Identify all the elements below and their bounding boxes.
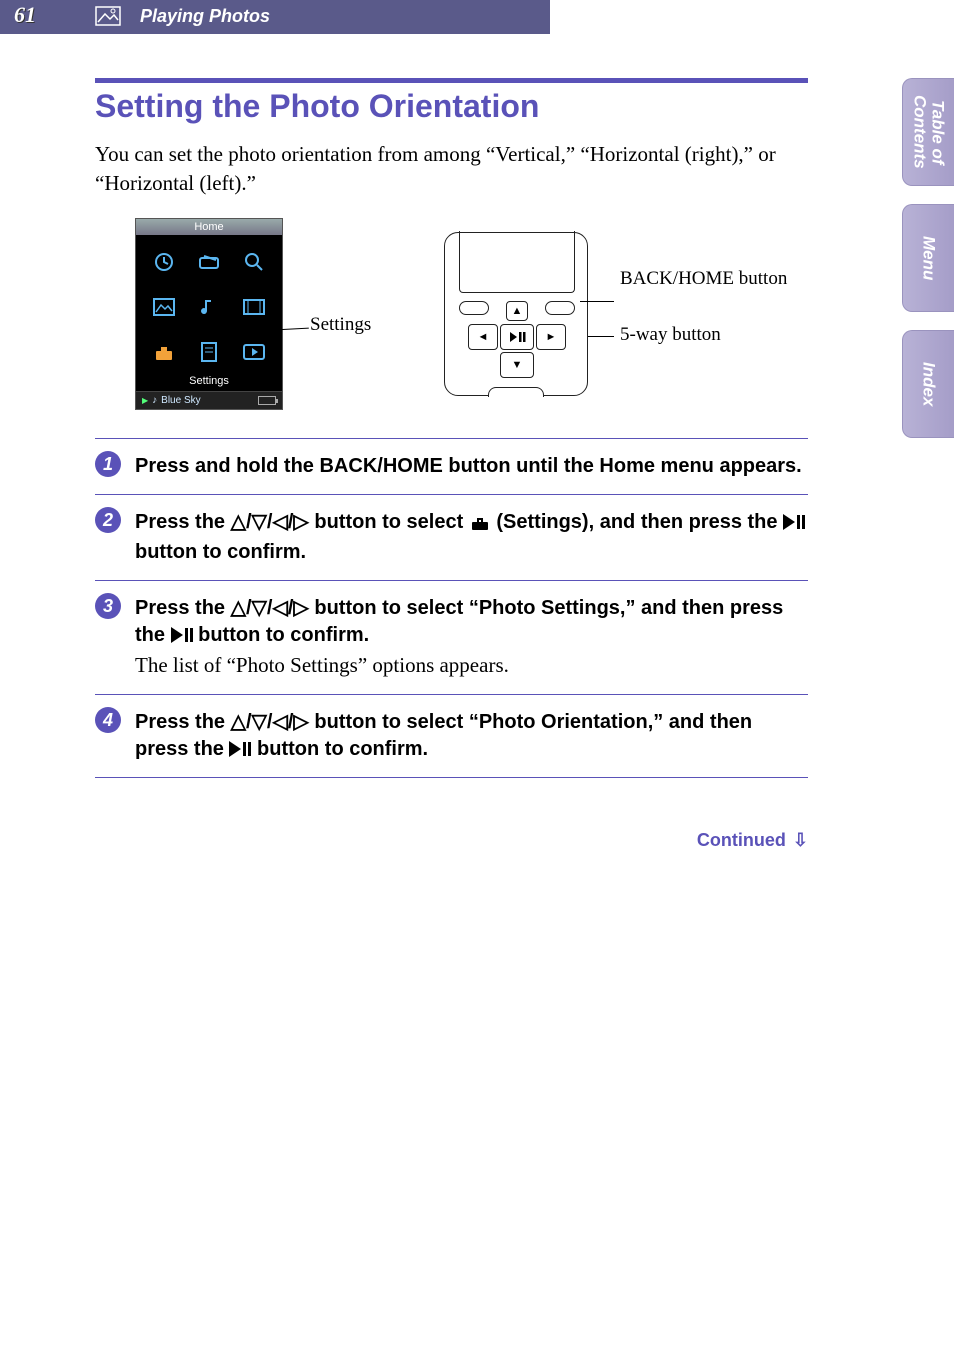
- device-diagram: ▲ ◄ ► ▼: [444, 232, 588, 396]
- callout-settings: Settings: [310, 314, 371, 336]
- callout-line-5way: [588, 336, 614, 337]
- photo-section-icon: [95, 6, 121, 31]
- dpad-up-icon: ▲: [506, 301, 528, 321]
- device-connector: [488, 387, 544, 397]
- step-3-text: Press the △/▽/◁/▷ button to select “Phot…: [135, 595, 808, 649]
- intro-paragraph: You can set the photo orientation from a…: [95, 140, 808, 199]
- note-icon: ♪: [152, 395, 157, 406]
- tab-toc[interactable]: Table of Contents: [902, 78, 954, 186]
- step-3-badge: 3: [95, 593, 121, 619]
- home-menu-selected-label: Settings: [189, 375, 229, 391]
- now-playing-text: Blue Sky: [161, 395, 200, 406]
- steps-list: 1 Press and hold the BACK/HOME button un…: [95, 438, 808, 778]
- dpad-glyph: △/▽/◁/▷: [231, 511, 309, 533]
- callout-backhome: BACK/HOME button: [620, 268, 787, 291]
- step-3-subtext: The list of “Photo Settings” options app…: [135, 651, 808, 680]
- nowplaying-icon: [233, 332, 274, 373]
- dpad-glyph: △/▽/◁/▷: [231, 597, 309, 619]
- playlist-icon: [189, 332, 230, 373]
- step-2-text: Press the △/▽/◁/▷ button to select (Sett…: [135, 509, 808, 566]
- video-icon: [233, 286, 274, 327]
- side-tabs: Table of Contents Menu Index: [902, 78, 954, 438]
- music-icon: [189, 286, 230, 327]
- tab-toc-label: Table of Contents: [911, 95, 947, 169]
- rule-top: [95, 78, 808, 83]
- clock-icon: [144, 241, 185, 282]
- step-4: 4 Press the △/▽/◁/▷ button to select “Ph…: [95, 695, 808, 778]
- tab-index-label: Index: [920, 362, 938, 406]
- tab-index[interactable]: Index: [902, 330, 954, 438]
- step-2-badge: 2: [95, 507, 121, 533]
- step-3: 3 Press the △/▽/◁/▷ button to select “Ph…: [95, 581, 808, 695]
- dpad-right-icon: ►: [536, 324, 566, 350]
- step-2: 2 Press the △/▽/◁/▷ button to select (Se…: [95, 495, 808, 581]
- back-home-button-icon: [459, 301, 489, 315]
- dpad-center-icon: [500, 324, 534, 350]
- dpad-left-icon: ◄: [468, 324, 498, 350]
- chapter-title: Playing Photos: [140, 6, 270, 27]
- play-indicator-icon: ▶: [142, 396, 148, 405]
- photo-icon: [144, 286, 185, 327]
- play-pause-icon: [783, 514, 805, 530]
- toolbox-icon: [469, 512, 491, 539]
- tab-menu[interactable]: Menu: [902, 204, 954, 312]
- search-icon: [233, 241, 274, 282]
- continued-indicator: Continued ⇩: [95, 830, 808, 851]
- dpad-down-icon: ▼: [500, 352, 534, 378]
- step-1-badge: 1: [95, 451, 121, 477]
- tab-menu-label: Menu: [920, 236, 938, 280]
- home-menu-title: Home: [136, 219, 282, 235]
- home-menu-screenshot: Home Settings ▶ ♪ Blue Sky: [135, 218, 283, 410]
- dpad-glyph: △/▽/◁/▷: [231, 711, 309, 733]
- step-1-text: Press and hold the BACK/HOME button unti…: [135, 453, 808, 480]
- step-4-text: Press the △/▽/◁/▷ button to select “Phot…: [135, 709, 808, 763]
- page-title: Setting the Photo Orientation: [95, 88, 539, 125]
- settings-icon: [144, 332, 185, 373]
- home-menu-footer: ▶ ♪ Blue Sky: [136, 391, 282, 409]
- play-pause-icon: [229, 741, 251, 757]
- play-pause-icon: [171, 627, 193, 643]
- radio-icon: [189, 241, 230, 282]
- battery-icon: [258, 396, 276, 405]
- device-screen: [459, 231, 575, 293]
- page-number: 61: [14, 2, 36, 28]
- down-arrow-icon: ⇩: [793, 830, 808, 850]
- callout-5way: 5-way button: [620, 324, 721, 346]
- option-button-icon: [545, 301, 575, 315]
- header-bar: 61 Playing Photos: [0, 0, 954, 34]
- step-1: 1 Press and hold the BACK/HOME button un…: [95, 438, 808, 495]
- step-4-badge: 4: [95, 707, 121, 733]
- callout-line-backhome: [580, 301, 614, 302]
- home-menu-grid: [136, 235, 282, 375]
